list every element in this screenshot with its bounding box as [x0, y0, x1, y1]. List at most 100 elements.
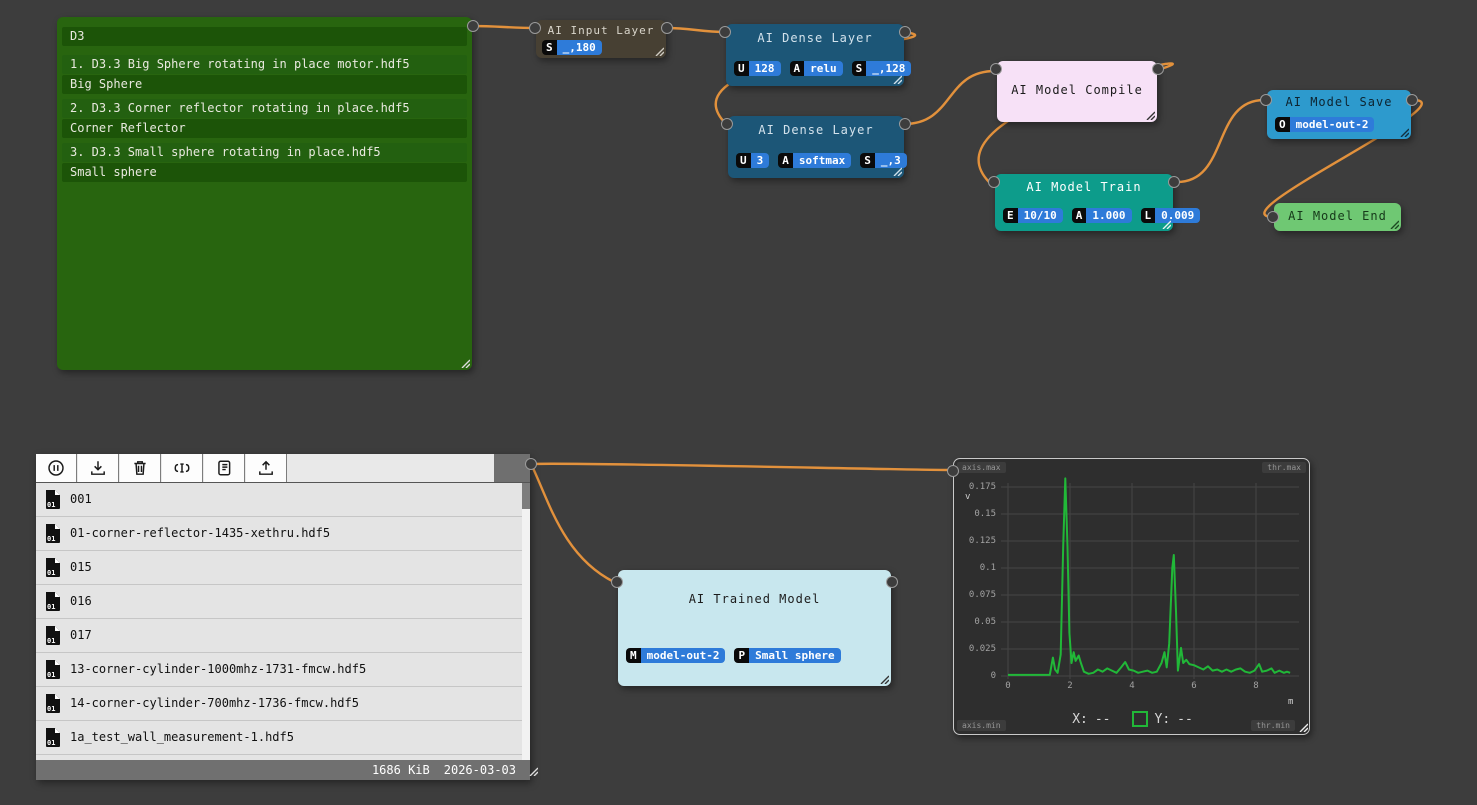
- y-axis-unit-label: v: [965, 492, 970, 502]
- node-ai-input-layer[interactable]: AI Input Layer S_,180: [536, 20, 666, 58]
- resize-handle-icon[interactable]: [892, 166, 902, 176]
- input-port[interactable]: [611, 576, 623, 588]
- node-ai-model-save[interactable]: AI Model Save Omodel-out-2: [1267, 90, 1411, 139]
- file-toolbar: [36, 454, 530, 483]
- resize-handle-icon[interactable]: [1399, 127, 1409, 137]
- input-port[interactable]: [988, 176, 1000, 188]
- resize-handle-icon[interactable]: [460, 358, 470, 368]
- file-row[interactable]: 0113-corner-cylinder-1000mhz-1731-fmcw.h…: [36, 653, 530, 687]
- input-port[interactable]: [1267, 211, 1279, 223]
- x-axis-unit-label: m: [1288, 697, 1293, 707]
- series-toggle-checkbox[interactable]: [1132, 711, 1148, 727]
- chart-input-port[interactable]: [947, 465, 959, 477]
- rename-button[interactable]: [162, 454, 203, 482]
- input-port[interactable]: [990, 63, 1002, 75]
- node-title: AI Model Compile: [997, 61, 1157, 119]
- binary-file-icon: 01: [44, 625, 61, 646]
- delete-button[interactable]: [120, 454, 161, 482]
- pause-button[interactable]: [36, 454, 77, 482]
- resize-handle-icon[interactable]: [1161, 219, 1171, 229]
- node-title: AI Dense Layer: [728, 123, 904, 137]
- download-button[interactable]: [78, 454, 119, 482]
- output-port[interactable]: [1152, 63, 1164, 75]
- y-tick: 0.05: [956, 617, 996, 627]
- scrollbar-thumb[interactable]: [522, 509, 530, 760]
- output-port[interactable]: [1168, 176, 1180, 188]
- dataset-file-1[interactable]: 1. D3.3 Big Sphere rotating in place mot…: [62, 55, 467, 74]
- file-row[interactable]: 01001: [36, 483, 530, 517]
- metadata-button[interactable]: [204, 454, 245, 482]
- file-row[interactable]: 0101-corner-reflector-1435-xethru.hdf5: [36, 517, 530, 551]
- binary-file-icon: 01: [44, 659, 61, 680]
- dataset-panel-title: D3: [62, 27, 467, 46]
- resize-handle-icon[interactable]: [879, 674, 889, 684]
- download-icon: [89, 459, 107, 477]
- activation-badge: Arelu: [790, 61, 843, 76]
- node-title: AI Dense Layer: [726, 31, 904, 45]
- output-port[interactable]: [661, 22, 673, 34]
- resize-handle-icon[interactable]: [1145, 110, 1155, 120]
- x-tick: 0: [998, 681, 1018, 691]
- shape-badge: S_,180: [542, 40, 602, 55]
- file-row[interactable]: 01016: [36, 585, 530, 619]
- dataset-output-port[interactable]: [467, 20, 479, 32]
- node-ai-dense-layer-1[interactable]: AI Dense Layer U128 Arelu S_,128: [726, 24, 904, 86]
- node-ai-model-compile[interactable]: AI Model Compile: [997, 61, 1157, 122]
- legend-x-label: X:: [1072, 712, 1088, 727]
- output-port[interactable]: [1406, 94, 1418, 106]
- legend-y-value: --: [1177, 712, 1193, 727]
- input-port[interactable]: [721, 118, 733, 130]
- resize-handle-icon[interactable]: [654, 46, 664, 56]
- input-port[interactable]: [1260, 94, 1272, 106]
- input-port[interactable]: [719, 26, 731, 38]
- file-row[interactable]: 0114-corner-cylinder-700mhz-1736-fmcw.hd…: [36, 687, 530, 721]
- node-title: AI Model Save: [1267, 95, 1411, 109]
- file-row[interactable]: 01015: [36, 551, 530, 585]
- shape-badge: S_,128: [852, 61, 912, 76]
- resize-handle-icon[interactable]: [1298, 722, 1308, 732]
- y-tick: 0.175: [956, 482, 996, 492]
- legend-y-label: Y:: [1155, 712, 1171, 727]
- node-ai-trained-model[interactable]: AI Trained Model Mmodel-out-2 PSmall sph…: [618, 570, 891, 686]
- axis-max-chip: axis.max: [957, 462, 1006, 473]
- binary-file-icon: 01: [44, 523, 61, 544]
- node-title: AI Trained Model: [618, 592, 891, 606]
- files-output-port[interactable]: [525, 458, 537, 470]
- chart-legend: X: -- Y: --: [954, 711, 1311, 727]
- node-title: AI Input Layer: [536, 24, 666, 37]
- upload-icon: [257, 459, 275, 477]
- x-tick: 8: [1246, 681, 1266, 691]
- signal-chart-panel[interactable]: axis.max thr.max axis.min thr.min 0.175 …: [953, 458, 1310, 735]
- dataset-file-2[interactable]: 2. D3.3 Corner reflector rotating in pla…: [62, 99, 467, 118]
- x-tick: 6: [1184, 681, 1204, 691]
- file-status-bar: 1686 KiB2026-03-03: [36, 760, 530, 780]
- file-row[interactable]: 01017: [36, 619, 530, 653]
- wire-dense2-to-compile: [904, 71, 995, 124]
- units-badge: U128: [734, 61, 781, 76]
- file-list[interactable]: 01001 0101-corner-reflector-1435-xethru.…: [36, 483, 530, 760]
- upload-button[interactable]: [246, 454, 287, 482]
- resize-handle-icon[interactable]: [1389, 219, 1399, 229]
- file-list-scrollbar[interactable]: [522, 483, 530, 760]
- flow-editor-canvas[interactable]: D3 1. D3.3 Big Sphere rotating in place …: [0, 0, 1477, 805]
- resize-handle-icon[interactable]: [528, 766, 538, 776]
- dataset-file-3[interactable]: 3. D3.3 Small sphere rotating in place.h…: [62, 143, 467, 162]
- y-tick: 0.15: [956, 509, 996, 519]
- file-browser-panel[interactable]: 01001 0101-corner-reflector-1435-xethru.…: [36, 454, 530, 780]
- accuracy-badge: A1.000: [1072, 208, 1132, 223]
- output-port[interactable]: [899, 118, 911, 130]
- node-ai-dense-layer-2[interactable]: AI Dense Layer U3 Asoftmax S_,3: [728, 116, 904, 178]
- svg-text:01: 01: [47, 671, 55, 679]
- dataset-panel[interactable]: D3 1. D3.3 Big Sphere rotating in place …: [57, 17, 472, 370]
- svg-text:01: 01: [47, 739, 55, 747]
- output-port[interactable]: [899, 26, 911, 38]
- resize-handle-icon[interactable]: [892, 74, 902, 84]
- node-ai-model-train[interactable]: AI Model Train E10/10 A1.000 L0.009: [995, 174, 1173, 231]
- input-cursor-icon: [173, 459, 191, 477]
- svg-text:01: 01: [47, 569, 55, 577]
- input-port[interactable]: [529, 22, 541, 34]
- file-row[interactable]: 011a_test_wall_measurement-1.hdf5: [36, 721, 530, 755]
- output-port[interactable]: [886, 576, 898, 588]
- node-ai-model-end[interactable]: AI Model End: [1274, 203, 1401, 231]
- x-tick: 4: [1122, 681, 1142, 691]
